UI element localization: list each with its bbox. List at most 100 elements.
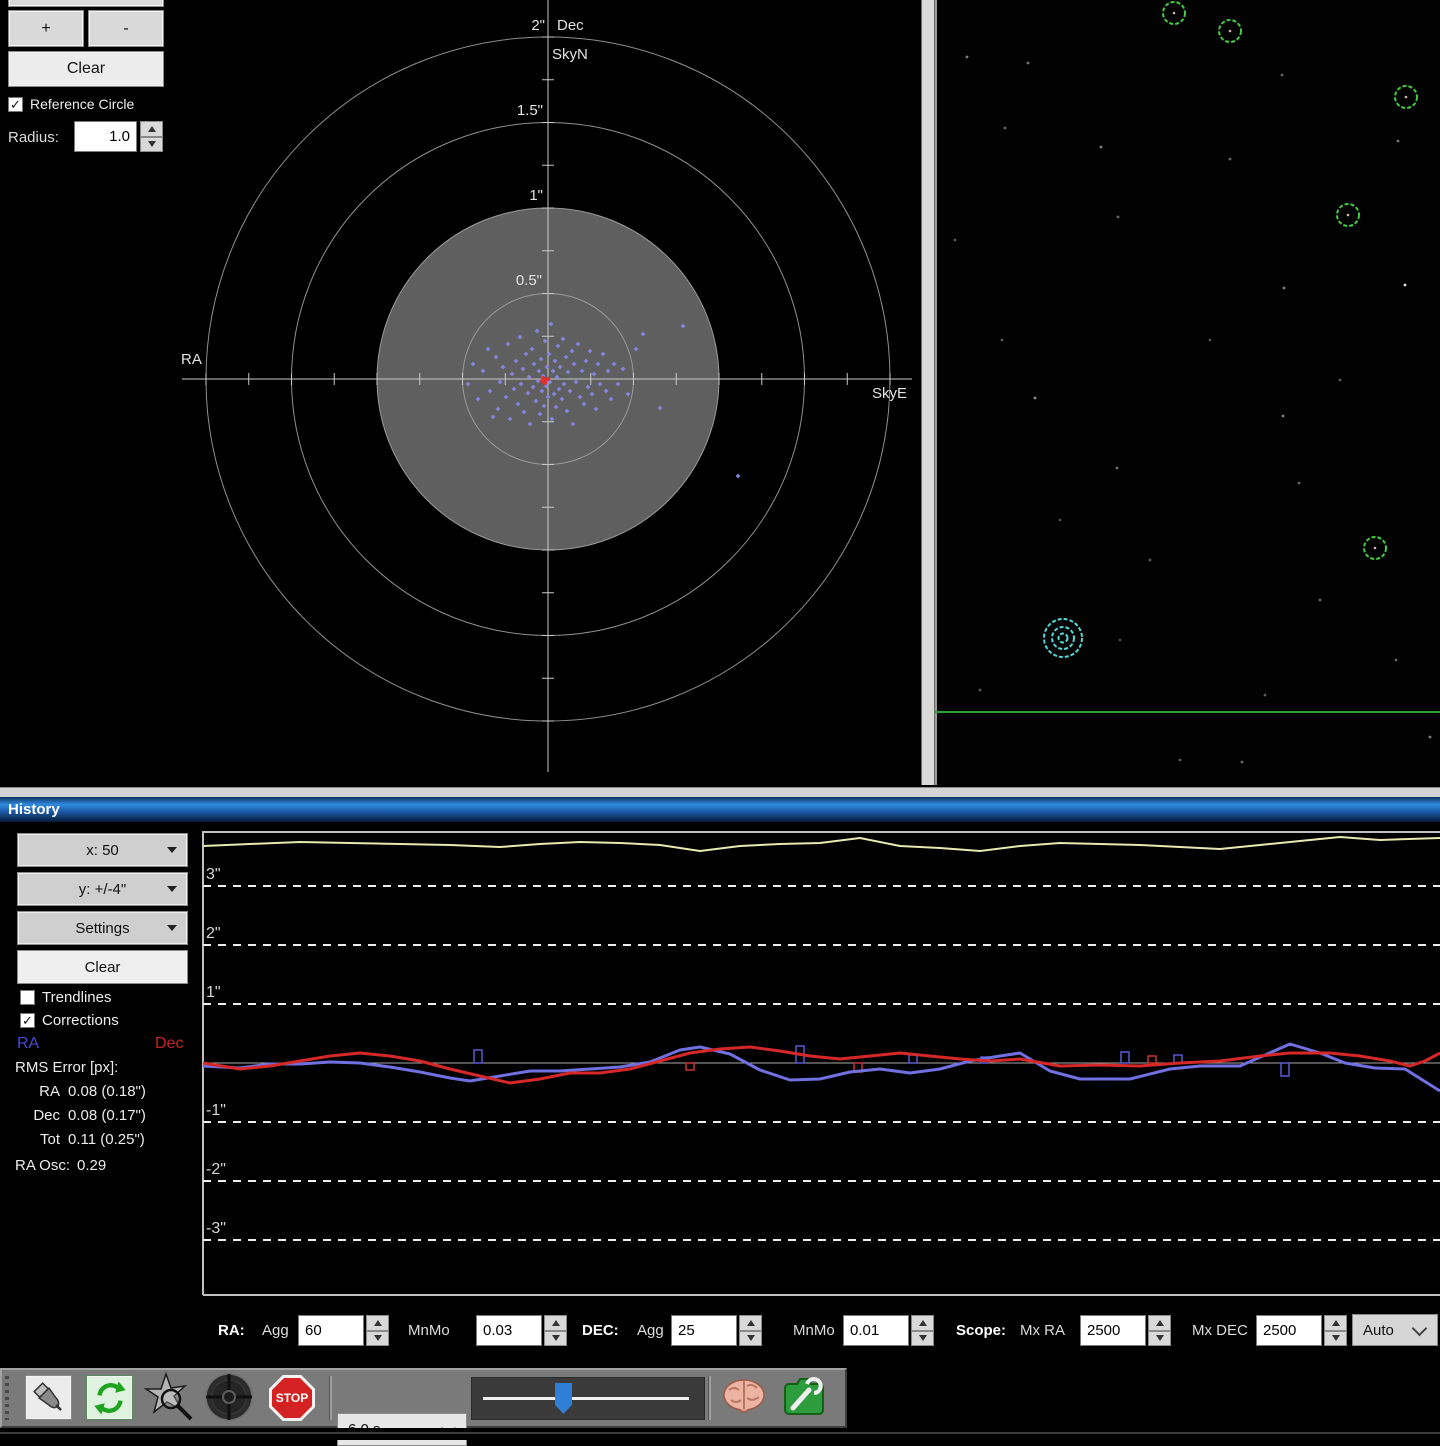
star <box>1229 158 1232 161</box>
ring-label-2arcsec: 2" <box>505 17 545 34</box>
correction-bar <box>909 1055 917 1063</box>
chevron-down-icon <box>167 847 177 853</box>
stop-button[interactable]: STOP <box>268 1374 316 1422</box>
star <box>1264 694 1267 697</box>
slider-track[interactable] <box>483 1397 689 1400</box>
reference-circle-checkbox[interactable]: ✓ <box>8 97 23 112</box>
auto-select-star-button[interactable] <box>140 1372 198 1424</box>
ra-osc-row: RA Osc: 0.29 <box>15 1157 106 1174</box>
rms-header: RMS Error [px]: <box>15 1059 118 1076</box>
dec-mnmo-input[interactable] <box>843 1315 909 1346</box>
loop-exposures-button[interactable] <box>86 1375 133 1420</box>
scope-section-label: Scope: <box>956 1322 1006 1339</box>
dec-mode-select[interactable]: Auto <box>1352 1314 1438 1346</box>
correction-bar <box>474 1050 482 1063</box>
mx-dec-input[interactable] <box>1256 1315 1322 1346</box>
target-clear-button[interactable]: Clear <box>8 51 164 87</box>
toolbar-separator <box>708 1376 711 1420</box>
dec-mnmo-label: MnMo <box>793 1322 835 1339</box>
dec-mnmo-stepper[interactable] <box>911 1315 934 1346</box>
star <box>1027 62 1030 65</box>
loop-icon <box>90 1378 130 1418</box>
toolbar-separator <box>329 1376 332 1420</box>
history-y-scale-dropdown[interactable]: y: +/-4" <box>17 872 188 906</box>
ra-agg-input[interactable] <box>298 1315 364 1346</box>
corrections-checkbox[interactable]: ✓ <box>20 1013 35 1028</box>
star <box>966 56 969 59</box>
ra-section-label: RA: <box>218 1322 245 1339</box>
zoom-in-button[interactable]: + <box>8 10 84 47</box>
camera-wrench-icon <box>781 1376 825 1420</box>
star <box>1282 415 1285 418</box>
ra-mnmo-stepper[interactable] <box>544 1315 567 1346</box>
star <box>1283 287 1286 290</box>
target-scatter-panel: 2" Dec SkyN 1.5" 1" 0.5" RA SkyE + - Cle… <box>0 0 921 785</box>
ra-mnmo-input[interactable] <box>476 1315 542 1346</box>
history-axis-label: 1" <box>206 984 221 1001</box>
spinner-up-icon <box>911 1315 934 1331</box>
legend-ra: RA <box>17 1035 39 1053</box>
mx-ra-stepper[interactable] <box>1148 1315 1171 1346</box>
zoom-out-button[interactable]: - <box>88 10 164 47</box>
dec-guide-mode-slider[interactable] <box>471 1377 705 1420</box>
history-settings-dropdown[interactable]: Settings <box>17 911 188 945</box>
bottom-strip <box>0 1428 1440 1440</box>
star <box>1117 216 1120 219</box>
correction-bar <box>686 1063 694 1070</box>
ring-label-1p5arcsec: 1.5" <box>496 102 543 119</box>
slider-thumb[interactable] <box>555 1383 572 1414</box>
spinner-down-icon <box>911 1331 934 1347</box>
toolbar-grip-handle[interactable] <box>5 1376 9 1420</box>
history-title: History <box>8 801 60 818</box>
star-magnifier-icon <box>140 1372 198 1424</box>
star <box>1397 140 1400 143</box>
legend-dec: Dec <box>155 1035 183 1053</box>
panel-divider[interactable] <box>921 0 935 785</box>
radius-stepper[interactable] <box>140 121 163 152</box>
history-title-bar[interactable]: History <box>0 797 1440 822</box>
dec-agg-stepper[interactable] <box>739 1315 762 1346</box>
mx-ra-label: Mx RA <box>1020 1322 1065 1339</box>
chevron-down-icon <box>167 925 177 931</box>
history-axis-label: 3" <box>206 866 221 883</box>
ra-agg-stepper[interactable] <box>366 1315 389 1346</box>
radius-input[interactable] <box>74 121 137 152</box>
trendlines-checkbox[interactable] <box>20 990 35 1005</box>
mx-dec-stepper[interactable] <box>1324 1315 1347 1346</box>
ra-mnmo-label: MnMo <box>408 1322 450 1339</box>
dec-agg-input[interactable] <box>671 1315 737 1346</box>
star <box>1119 639 1122 642</box>
axis-label-dec: Dec <box>557 17 584 34</box>
history-ra-line <box>203 1044 1440 1091</box>
spinner-up-icon <box>739 1315 762 1331</box>
history-clear-button[interactable]: Clear <box>17 950 188 984</box>
history-window-edge <box>0 787 1440 797</box>
spinner-down-icon <box>366 1331 389 1347</box>
star <box>1281 74 1284 77</box>
rms-row-tot: Tot 0.11 (0.25") <box>15 1131 145 1148</box>
history-x-scale-dropdown[interactable]: x: 50 <box>17 833 188 867</box>
target-partial-button[interactable] <box>8 0 164 7</box>
usb-plug-icon <box>30 1379 68 1417</box>
guide-scatter-point <box>736 474 741 479</box>
star <box>1001 339 1004 342</box>
star <box>1298 482 1301 485</box>
locked-star-target-icon <box>1044 619 1082 657</box>
star <box>1116 467 1119 470</box>
spinner-down-icon <box>544 1331 567 1347</box>
mx-ra-input[interactable] <box>1080 1315 1146 1346</box>
history-axis-label: 2" <box>206 925 221 942</box>
history-graph: 3"2"1"-1"-2"-3" <box>0 822 1440 1300</box>
camera-settings-button[interactable] <box>780 1375 826 1421</box>
spinner-up-icon <box>140 121 163 137</box>
star <box>1034 397 1037 400</box>
connect-camera-button[interactable] <box>25 1375 72 1420</box>
star <box>1179 759 1182 762</box>
star <box>1149 559 1152 562</box>
stop-icon: STOP <box>269 1375 315 1421</box>
history-star-mass-line <box>203 837 1440 851</box>
correction-bar <box>1148 1056 1156 1063</box>
guide-button[interactable] <box>204 1372 254 1422</box>
advanced-settings-button[interactable] <box>720 1374 768 1422</box>
spinner-up-icon <box>544 1315 567 1331</box>
